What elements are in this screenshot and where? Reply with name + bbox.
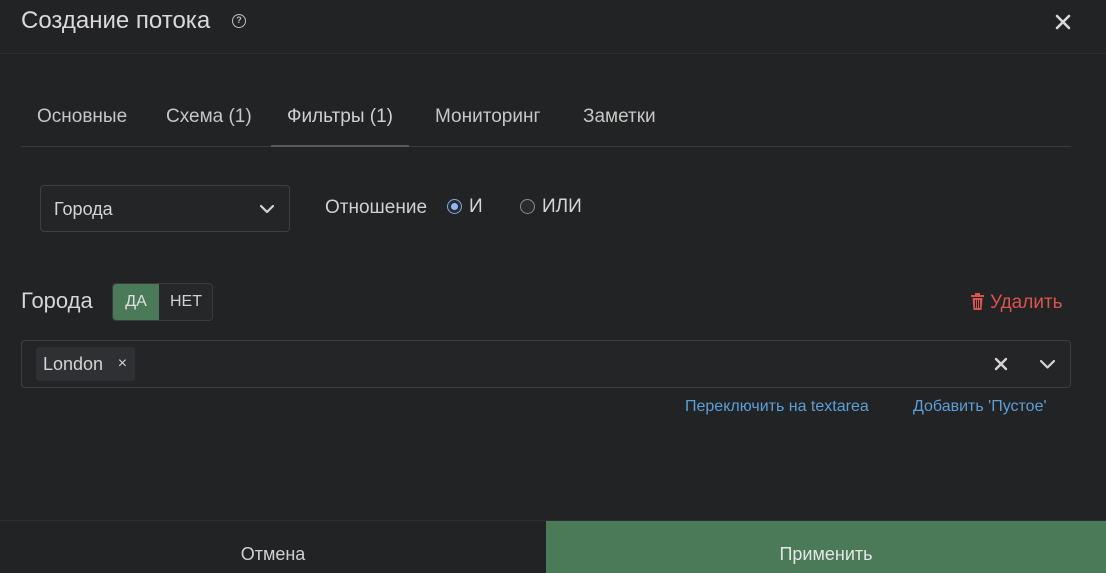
radio-or-label[interactable]: ИЛИ (542, 196, 582, 218)
tab-filters[interactable]: Фильтры (1) (271, 100, 409, 147)
tag-london: London × (36, 347, 136, 381)
question-circle-icon[interactable]: ? (232, 14, 246, 28)
cancel-button[interactable]: Отмена (0, 521, 546, 573)
filter-type-select[interactable]: Города (40, 185, 290, 232)
delete-label: Удалить (990, 292, 1063, 313)
include-exclude-toggle: ДА НЕТ (112, 283, 213, 321)
relation-label: Отношение (325, 197, 428, 218)
dialog-title: Создание потока (21, 7, 211, 34)
delete-filter-button[interactable]: Удалить (970, 292, 1063, 314)
filter-group-label: Города (21, 288, 93, 313)
close-icon[interactable] (1051, 10, 1075, 34)
switch-to-textarea-link[interactable]: Переключить на textarea (685, 398, 869, 416)
add-empty-link[interactable]: Добавить 'Пустое' (913, 398, 1047, 416)
toggle-yes-button[interactable]: ДА (113, 284, 159, 320)
tab-main[interactable]: Основные (21, 100, 143, 147)
radio-and[interactable] (447, 199, 462, 214)
filter-type-value: Города (54, 199, 113, 219)
toggle-no-button[interactable]: НЕТ (159, 284, 212, 320)
tag-label: London (43, 354, 104, 374)
dialog-footer: Отмена Применить (0, 520, 1106, 573)
cities-multiselect[interactable]: London × (21, 340, 1071, 388)
radio-and-label[interactable]: И (469, 196, 483, 218)
tab-schema[interactable]: Схема (1) (150, 100, 268, 147)
radio-or[interactable] (520, 199, 535, 214)
dialog-header: Создание потока ? (0, 0, 1106, 54)
trash-icon (970, 293, 985, 310)
chevron-down-icon[interactable] (1039, 356, 1056, 373)
tab-bar: Основные Схема (1) Фильтры (1) Мониторин… (21, 100, 1071, 147)
chevron-down-icon (259, 201, 275, 217)
tag-remove-icon[interactable]: × (118, 347, 127, 381)
tab-monitoring[interactable]: Мониторинг (419, 100, 556, 147)
apply-button[interactable]: Применить (546, 521, 1106, 573)
tab-notes[interactable]: Заметки (567, 100, 672, 147)
clear-all-icon[interactable] (992, 355, 1010, 373)
